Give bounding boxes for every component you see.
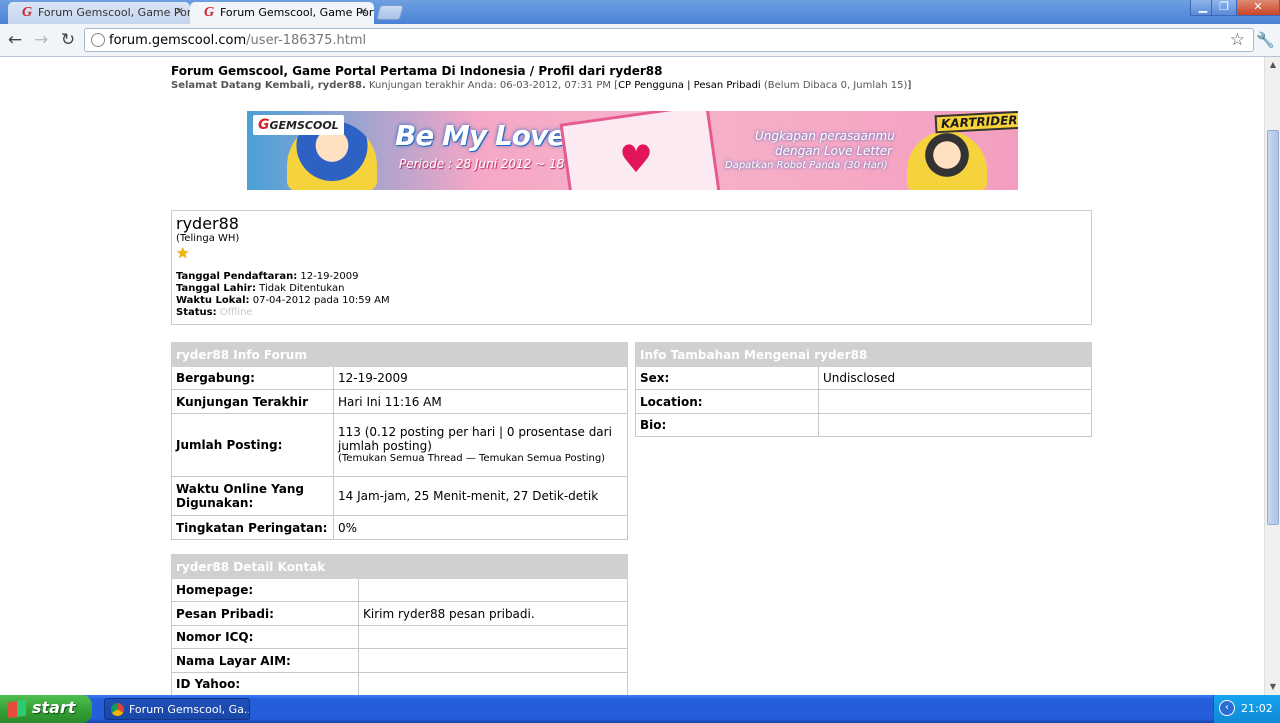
navbar-breadcrumb: Forum Gemscool, Game Portal Pertama Di I… xyxy=(171,64,663,78)
globe-icon xyxy=(91,33,105,47)
bookmark-star-icon[interactable]: ☆ xyxy=(1230,30,1245,50)
clock: 21:02 xyxy=(1241,702,1273,715)
find-all-links[interactable]: (Temukan Semua Thread — Temukan Semua Po… xyxy=(338,453,623,465)
browser-tab-2[interactable]: G Forum Gemscool, Game Portal ✕ xyxy=(190,2,374,24)
info-tambahan-table: Info Tambahan Mengenai ryder88 Sex: Undis… xyxy=(635,342,1092,437)
window-close-button[interactable]: ✕ xyxy=(1236,0,1280,16)
profile-rank: (Telinga WH) xyxy=(176,233,240,244)
info-forum-header: ryder88 Info Forum xyxy=(171,342,628,367)
new-tab-button[interactable] xyxy=(375,5,405,20)
welcome-greeting: Selamat Datang Kembali, ryder88. xyxy=(171,80,366,91)
start-button[interactable]: start xyxy=(0,695,92,723)
tab-close-icon[interactable]: ✕ xyxy=(359,5,368,18)
scrollbar-thumb[interactable] xyxy=(1267,130,1279,525)
cp-link[interactable]: CP Pengguna xyxy=(618,80,684,91)
vertical-scrollbar[interactable]: ▲ ▼ xyxy=(1264,57,1280,695)
table-row: Kunjungan Terakhir Hari Ini 11:16 AM xyxy=(171,389,628,414)
profile-rows: Tanggal Pendaftaran: 12-19-2009 Tanggal … xyxy=(176,271,1087,319)
table-row: Homepage: xyxy=(171,578,628,602)
taskbar-item-label: Forum Gemscool, Ga... xyxy=(129,703,250,716)
gemscool-favicon-icon: G xyxy=(22,5,33,20)
tab-title: Forum Gemscool, Game Portal xyxy=(38,6,190,19)
tray-expand-icon[interactable]: ‹ xyxy=(1219,700,1235,716)
restore-button[interactable]: ❐ xyxy=(1211,0,1237,16)
pm-counts: (Belum Dibaca 0, Jumlah 15) xyxy=(760,80,908,91)
profile-row-registered: Tanggal Pendaftaran: 12-19-2009 xyxy=(176,271,359,282)
url-text: forum.gemscool.com/user-186375.html xyxy=(109,33,367,48)
gemscool-favicon-icon: G xyxy=(204,5,215,20)
welcome-close-bracket: ] xyxy=(907,80,912,91)
link-separator: | xyxy=(683,80,694,91)
table-row: Sex: Undisclosed xyxy=(635,366,1092,390)
table-row: Bio: xyxy=(635,413,1092,437)
table-row: Nama Layar AIM: xyxy=(171,648,628,673)
detail-kontak-table: ryder88 Detail Kontak Homepage: Pesan Pr… xyxy=(171,554,628,695)
start-label: start xyxy=(32,698,76,717)
system-tray: ‹ 21:02 xyxy=(1213,695,1280,723)
profile-row-status: Status: Offline xyxy=(176,307,253,318)
table-row: Nomor ICQ: xyxy=(171,625,628,649)
scroll-up-icon[interactable]: ▲ xyxy=(1267,59,1279,71)
scroll-down-icon[interactable]: ▼ xyxy=(1267,681,1279,693)
rank-star-icon: ★ xyxy=(176,244,190,262)
page-viewport: Forum Gemscool, Game Portal Pertama Di I… xyxy=(0,57,1264,695)
browser-tab-1[interactable]: G Forum Gemscool, Game Portal ✕ xyxy=(8,2,190,24)
banner-tagline-2: dengan Love Letter xyxy=(775,144,893,158)
heart-icon: ♥ xyxy=(619,137,654,181)
tab-close-icon[interactable]: ✕ xyxy=(175,5,184,18)
reload-icon[interactable]: ↻ xyxy=(57,29,79,51)
windows-flag-icon xyxy=(8,699,26,719)
table-row: Location: xyxy=(635,389,1092,414)
last-visit-text: Kunjungan terakhir Anda: 06-03-2012, 07:… xyxy=(368,80,619,91)
chrome-icon xyxy=(111,703,124,716)
address-bar[interactable]: forum.gemscool.com/user-186375.html ☆ xyxy=(84,28,1254,52)
banner-logo: GGEMSCOOL xyxy=(253,115,344,135)
tab-strip: G Forum Gemscool, Game Portal ✕ G Forum … xyxy=(0,0,1280,24)
profile-row-localtime: Waktu Lokal: 07-04-2012 pada 10:59 AM xyxy=(176,295,390,306)
kartrider-logo: KARTRIDER xyxy=(934,111,1018,134)
info-forum-table: ryder88 Info Forum Bergabung: 12-19-2009 … xyxy=(171,342,628,540)
wrench-menu-icon[interactable]: 🔧 xyxy=(1256,31,1275,49)
windows-taskbar: start Forum Gemscool, Ga... ‹ 21:02 xyxy=(0,695,1280,723)
browser-toolbar: ← → ↻ forum.gemscool.com/user-186375.htm… xyxy=(0,24,1280,57)
banner-tagline-3: Dapatkan Robot Panda (30 Hari) xyxy=(725,160,888,171)
table-row: Pesan Pribadi: Kirim ryder88 pesan pribad… xyxy=(171,601,628,626)
detail-kontak-header: ryder88 Detail Kontak xyxy=(171,554,628,579)
table-row: Bergabung: 12-19-2009 xyxy=(171,366,628,390)
banner-tagline-1: Ungkapan perasaanmu xyxy=(755,129,895,143)
pm-link[interactable]: Pesan Pribadi xyxy=(694,80,761,91)
back-icon[interactable]: ← xyxy=(4,29,26,51)
status-badge: Offline xyxy=(219,307,253,318)
welcome-line: Selamat Datang Kembali, ryder88. Kunjung… xyxy=(171,80,911,91)
send-pm-link[interactable]: Kirim ryder88 pesan pribadi. xyxy=(358,601,628,626)
forward-icon[interactable]: → xyxy=(30,29,52,51)
table-row: ID Yahoo: xyxy=(171,672,628,695)
banner-character-right xyxy=(907,131,987,190)
tab-title: Forum Gemscool, Game Portal xyxy=(220,6,374,19)
profile-username: ryder88 xyxy=(176,214,239,233)
profile-summary: ryder88 (Telinga WH) ★ Tanggal Pendaftar… xyxy=(171,210,1092,325)
table-row: Jumlah Posting: 113 (0.12 posting per har… xyxy=(171,413,628,477)
info-tambahan-header: Info Tambahan Mengenai ryder88 xyxy=(635,342,1092,367)
event-banner[interactable]: GGEMSCOOL Be My Love! Event Periode : 28… xyxy=(247,111,1018,190)
table-row: Tingkatan Peringatan: 0% xyxy=(171,515,628,540)
profile-row-birthday: Tanggal Lahir: Tidak Ditentukan xyxy=(176,283,345,294)
table-row: Waktu Online Yang Digunakan: 14 Jam-jam, … xyxy=(171,476,628,516)
taskbar-item-chrome[interactable]: Forum Gemscool, Ga... xyxy=(104,698,250,720)
